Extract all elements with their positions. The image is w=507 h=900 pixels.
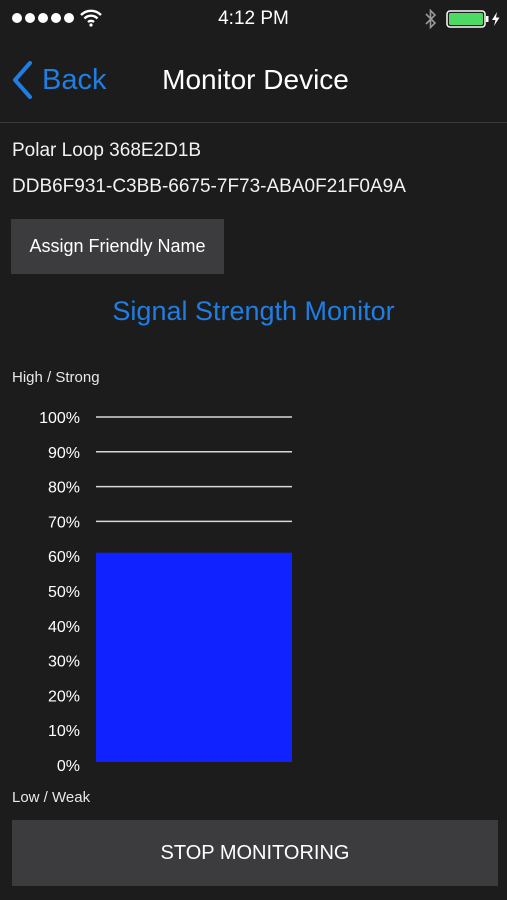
- y-tick-label: 40%: [48, 619, 80, 636]
- y-tick-label: 60%: [48, 549, 80, 566]
- y-tick-label: 30%: [48, 654, 80, 671]
- y-tick-label: 70%: [48, 514, 80, 531]
- y-tick-label: 90%: [48, 445, 80, 462]
- signal-strength-chart: 0% 10% 20% 30% 40% 50% 60% 70% 80% 90% 100%: [39, 410, 292, 775]
- scale-high-label: High / Strong: [12, 369, 100, 386]
- y-tick-label: 10%: [48, 723, 80, 740]
- y-tick-label: 20%: [48, 688, 80, 705]
- y-tick-label: 50%: [48, 584, 80, 601]
- assign-friendly-name-button[interactable]: Assign Friendly Name: [11, 219, 224, 274]
- device-id: DDB6F931-C3BB-6675-7F73-ABA0F21F0A9A: [12, 176, 406, 197]
- y-tick-label: 80%: [48, 480, 80, 497]
- stop-monitoring-button[interactable]: STOP MONITORING: [12, 820, 498, 886]
- bluetooth-icon: [425, 8, 437, 30]
- device-name: Polar Loop 368E2D1B: [12, 140, 202, 161]
- navigation-bar: Back Monitor Device: [0, 40, 507, 123]
- battery-charging-icon: [446, 10, 500, 28]
- y-tick-label: 100%: [39, 410, 80, 427]
- signal-strength-bar: [96, 552, 292, 762]
- page-title-text: Monitor Device: [162, 64, 349, 95]
- signal-strength-title-text: Signal Strength Monitor: [112, 296, 395, 326]
- scale-low-label: Low / Weak: [12, 789, 91, 806]
- status-bar: 4:12 PM: [0, 0, 507, 40]
- y-tick-label: 0%: [57, 758, 80, 775]
- page-title: Monitor Device: [0, 64, 507, 96]
- signal-strength-title: Signal Strength Monitor: [0, 296, 507, 327]
